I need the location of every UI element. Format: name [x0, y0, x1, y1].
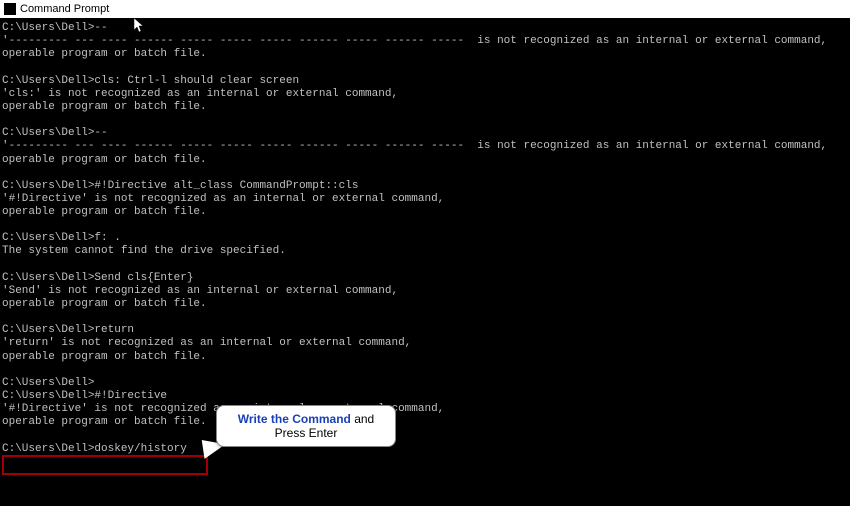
- terminal-line: C:\Users\Dell>--: [2, 22, 848, 35]
- terminal-line: 'cls:' is not recognized as an internal …: [2, 88, 848, 101]
- terminal-line: [2, 167, 848, 180]
- terminal-line: C:\Users\Dell>#!Directive alt_class Comm…: [2, 180, 848, 193]
- terminal-line: C:\Users\Dell>return: [2, 324, 848, 337]
- terminal-line: C:\Users\Dell>Send cls{Enter}: [2, 272, 848, 285]
- terminal-line: operable program or batch file.: [2, 351, 848, 364]
- callout-bold-text: Write the Command: [238, 412, 351, 426]
- terminal-line: C:\Users\Dell>: [2, 377, 848, 390]
- terminal-line: The system cannot find the drive specifi…: [2, 245, 848, 258]
- terminal-line: [2, 219, 848, 232]
- terminal-line: [2, 364, 848, 377]
- mouse-cursor-icon: [134, 18, 146, 34]
- window-titlebar: Command Prompt: [0, 0, 850, 18]
- terminal-line: [2, 62, 848, 75]
- terminal-line: '#!Directive' is not recognized as an in…: [2, 193, 848, 206]
- terminal-line: 'return' is not recognized as an interna…: [2, 337, 848, 350]
- terminal-line: operable program or batch file.: [2, 101, 848, 114]
- terminal-line: [2, 114, 848, 127]
- terminal-line: operable program or batch file.: [2, 154, 848, 167]
- terminal-line: [2, 259, 848, 272]
- terminal-line: C:\Users\Dell>--: [2, 127, 848, 140]
- terminal-line: '--------- --- ---- ------ ----- ----- -…: [2, 140, 848, 153]
- terminal-line: C:\Users\Dell>doskey/history: [2, 443, 848, 456]
- terminal-line: [2, 311, 848, 324]
- app-icon: [4, 3, 16, 15]
- instruction-callout: Write the Command and Press Enter: [216, 405, 396, 447]
- terminal-line: C:\Users\Dell>f: .: [2, 232, 848, 245]
- terminal-line: [2, 430, 848, 443]
- terminal-line: operable program or batch file.: [2, 416, 848, 429]
- terminal-line: 'Send' is not recognized as an internal …: [2, 285, 848, 298]
- window-title: Command Prompt: [20, 3, 109, 15]
- terminal-line: '--------- --- ---- ------ ----- ----- -…: [2, 35, 848, 48]
- terminal-line: '#!Directive' is not recognized as an in…: [2, 403, 848, 416]
- terminal-line: C:\Users\Dell>#!Directive: [2, 390, 848, 403]
- terminal-line: operable program or batch file.: [2, 206, 848, 219]
- terminal-line: operable program or batch file.: [2, 298, 848, 311]
- terminal-line: operable program or batch file.: [2, 48, 848, 61]
- terminal-output[interactable]: C:\Users\Dell>--'--------- --- ---- ----…: [0, 18, 850, 460]
- terminal-line: C:\Users\Dell>cls: Ctrl-l should clear s…: [2, 75, 848, 88]
